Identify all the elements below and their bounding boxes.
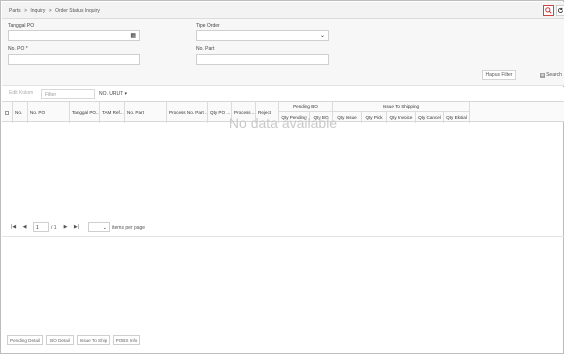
prev-page-icon[interactable]: ◀ xyxy=(20,222,29,231)
empty-message: No data available xyxy=(228,115,338,131)
sort-dropdown[interactable]: NO. URUT ▾ xyxy=(99,91,127,97)
tanggal-po-label: Tanggal PO xyxy=(8,23,35,29)
breadcrumb-sep: > xyxy=(24,8,27,14)
search-button-label: Search xyxy=(546,72,562,78)
pager: |◀ ◀ 1 / 1 ▶ ▶| ⌄ items per page xyxy=(2,221,564,234)
refresh-icon xyxy=(558,7,564,13)
grid-filter-input[interactable]: Filter xyxy=(41,89,95,99)
search-toggle-button[interactable] xyxy=(543,5,554,16)
filter-panel: Tanggal PO ▦ Tipe Order ⌄ No. PO * No. P… xyxy=(2,19,564,86)
chevron-down-icon: ⌄ xyxy=(319,33,325,39)
last-page-icon[interactable]: ▶| xyxy=(72,222,81,231)
edit-column-button[interactable]: Edit Kolom xyxy=(9,90,33,96)
no-po-label: No. PO * xyxy=(8,46,28,52)
search-button[interactable]: Search xyxy=(540,70,562,80)
tanggal-po-field[interactable]: ▦ xyxy=(8,30,140,41)
group-issue-shipping: Issue To Shipping xyxy=(333,102,470,112)
page-number-input[interactable]: 1 xyxy=(33,222,49,232)
section-divider xyxy=(2,236,564,237)
group-pending-bo: Pending BO xyxy=(279,102,333,112)
issue-to-ship-button[interactable]: Issue To Ship xyxy=(77,335,110,345)
page-size-label: items per page xyxy=(112,225,146,231)
breadcrumb: Parts > Inquiry > Order Status Inquiry xyxy=(9,8,102,14)
grid-toolbar: Edit Kolom Filter NO. URUT ▾ xyxy=(2,87,564,101)
page-size-select[interactable]: ⌄ xyxy=(88,222,110,232)
top-bar: Parts > Inquiry > Order Status Inquiry xyxy=(2,2,564,19)
bottom-actions: Pending Detail BO Detail Issue To Ship P… xyxy=(2,335,564,347)
search-grid-icon xyxy=(540,72,545,78)
breadcrumb-current: Order Status Inquiry xyxy=(55,8,100,14)
tipe-order-select[interactable]: ⌄ xyxy=(196,30,329,41)
bo-detail-button[interactable]: BO Detail xyxy=(46,335,74,345)
pending-detail-button[interactable]: Pending Detail xyxy=(7,335,43,345)
first-page-icon[interactable]: |◀ xyxy=(9,222,18,231)
no-part-field[interactable] xyxy=(196,54,329,65)
chevron-down-icon: ⌄ xyxy=(102,225,107,231)
app-frame: Parts > Inquiry > Order Status Inquiry T… xyxy=(0,0,564,354)
calendar-icon[interactable]: ▦ xyxy=(130,33,136,39)
page-total: / 1 xyxy=(51,225,57,231)
breadcrumb-parts[interactable]: Parts xyxy=(9,8,21,14)
tipe-order-label: Tipe Order xyxy=(196,23,220,29)
breadcrumb-sep: > xyxy=(48,8,52,14)
pobs-info-button[interactable]: POBS Info xyxy=(113,335,140,345)
search-icon xyxy=(545,7,552,14)
clear-filter-button[interactable]: Hapus Filter xyxy=(482,70,516,80)
refresh-button[interactable] xyxy=(556,5,564,16)
no-part-label: No. Part xyxy=(196,46,215,52)
no-po-field[interactable] xyxy=(8,54,140,65)
breadcrumb-inquiry[interactable]: Inquiry xyxy=(30,8,45,14)
next-page-icon[interactable]: ▶ xyxy=(61,222,70,231)
